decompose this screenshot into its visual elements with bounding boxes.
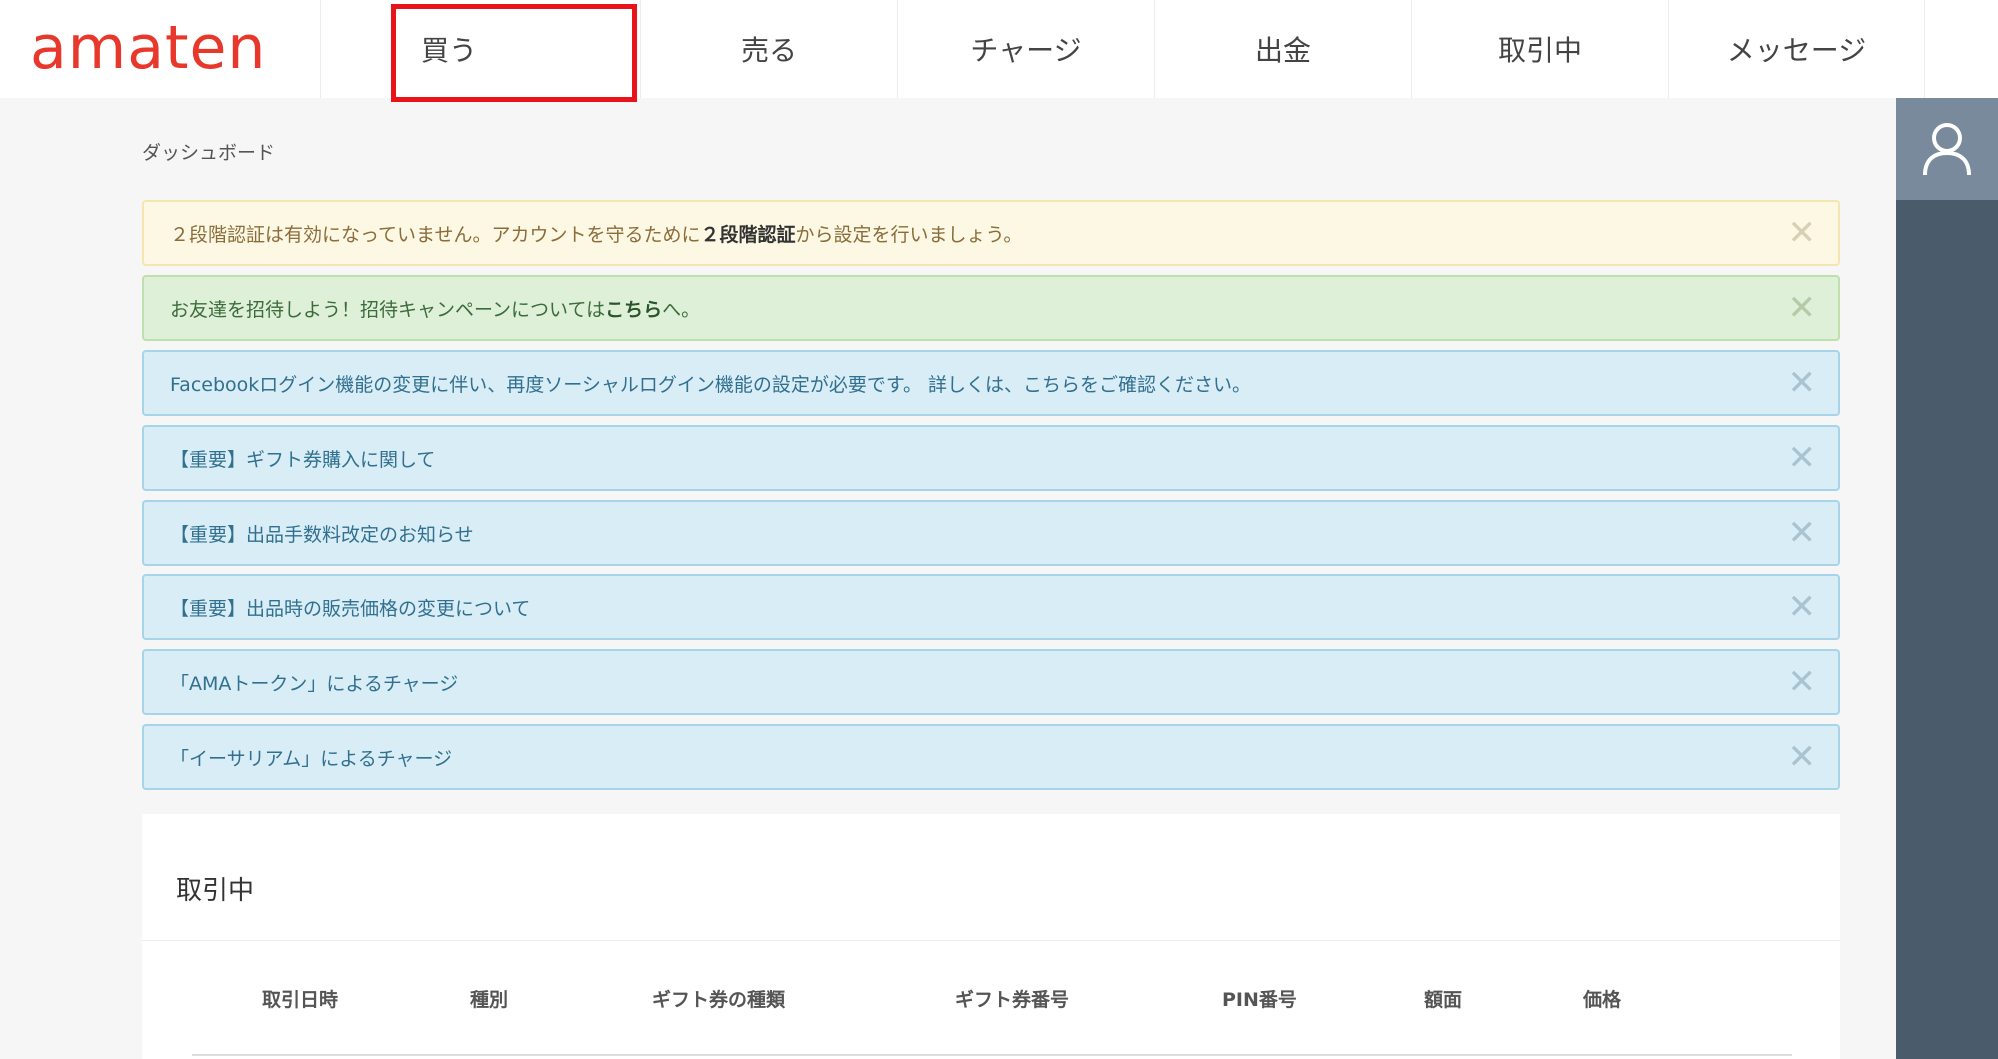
nav-sell-label: 売る — [740, 34, 797, 67]
user-menu-button[interactable] — [1896, 98, 1998, 200]
table-header-divider — [192, 1054, 1792, 1056]
two-factor-alert-text: ２段階認証は有効になっていません。アカウントを守るために２段階認証から設定を行い… — [170, 223, 1023, 246]
two-factor-link[interactable]: ２段階認証 — [700, 224, 795, 246]
trading-panel: 取引中 — [142, 814, 1840, 1059]
facebook-login-alert[interactable]: Facebookログイン機能の変更に伴い、再度ソーシャルログイン機能の設定が必要… — [142, 350, 1840, 416]
trading-panel-title: 取引中 — [176, 876, 255, 906]
column-header-price: 価格 — [1583, 989, 1622, 1011]
close-icon[interactable]: ✕ — [1788, 590, 1817, 624]
gift-purchase-notice-text: 【重要】ギフト券購入に関して — [170, 448, 436, 471]
facebook-login-alert-text: Facebookログイン機能の変更に伴い、再度ソーシャルログイン機能の設定が必要… — [170, 373, 1252, 396]
column-header-type: 種別 — [470, 989, 509, 1011]
ama-token-charge-notice[interactable]: 「AMAトークン」によるチャージ ✕ — [142, 649, 1840, 715]
price-change-notice-text: 【重要】出品時の販売価格の変更について — [170, 597, 531, 620]
gift-purchase-notice[interactable]: 【重要】ギフト券購入に関して ✕ — [142, 425, 1840, 491]
invite-alert-text: お友達を招待しよう！招待キャンペーンについてはこちらへ。 — [170, 298, 701, 321]
close-icon[interactable]: ✕ — [1788, 740, 1817, 774]
ethereum-charge-notice[interactable]: 「イーサリアム」によるチャージ ✕ — [142, 724, 1840, 790]
amaten-logo[interactable]: amaten — [30, 18, 266, 78]
nav-trading-label: 取引中 — [1497, 34, 1582, 67]
nav-withdraw-label: 出金 — [1254, 34, 1311, 67]
close-icon[interactable]: ✕ — [1788, 366, 1817, 400]
nav-withdraw[interactable]: 出金 — [1154, 0, 1411, 98]
close-icon[interactable]: ✕ — [1788, 441, 1817, 475]
nav-messages-label: メッセージ — [1726, 34, 1867, 67]
top-navigation-bar: amaten 買う 売る チャージ 出金 取引中 メッセージ — [0, 0, 1998, 102]
close-icon[interactable]: ✕ — [1788, 665, 1817, 699]
breadcrumb: ダッシュボード — [142, 142, 276, 164]
column-header-pin: PIN番号 — [1222, 989, 1297, 1011]
right-side-panel — [1896, 98, 1998, 1059]
column-header-face-value: 額面 — [1424, 989, 1463, 1011]
user-icon — [1923, 123, 1971, 176]
close-icon[interactable]: ✕ — [1788, 216, 1817, 250]
close-icon[interactable]: ✕ — [1788, 291, 1817, 325]
nav-trading[interactable]: 取引中 — [1411, 0, 1668, 98]
invite-alert: お友達を招待しよう！招待キャンペーンについてはこちらへ。 ✕ — [142, 275, 1840, 341]
invite-campaign-link[interactable]: こちら — [605, 299, 662, 321]
nav-sell[interactable]: 売る — [640, 0, 897, 98]
fee-revision-notice[interactable]: 【重要】出品手数料改定のお知らせ ✕ — [142, 500, 1840, 566]
price-change-notice[interactable]: 【重要】出品時の販売価格の変更について ✕ — [142, 574, 1840, 640]
ama-token-charge-notice-text: 「AMAトークン」によるチャージ — [170, 672, 459, 695]
fee-revision-notice-text: 【重要】出品手数料改定のお知らせ — [170, 523, 474, 546]
column-header-date: 取引日時 — [262, 989, 339, 1011]
column-header-gift-type: ギフト券の種類 — [652, 989, 786, 1011]
close-icon[interactable]: ✕ — [1788, 516, 1817, 550]
divider — [142, 940, 1840, 941]
nav-charge[interactable]: チャージ — [897, 0, 1154, 98]
nav-charge-label: チャージ — [970, 34, 1082, 67]
column-header-gift-number: ギフト券番号 — [955, 989, 1070, 1011]
nav-messages[interactable]: メッセージ — [1668, 0, 1925, 98]
nav-buy[interactable]: 買う — [320, 0, 637, 102]
two-factor-alert: ２段階認証は有効になっていません。アカウントを守るために２段階認証から設定を行い… — [142, 200, 1840, 266]
ethereum-charge-notice-text: 「イーサリアム」によるチャージ — [170, 747, 453, 770]
nav-buy-label: 買う — [420, 34, 477, 67]
